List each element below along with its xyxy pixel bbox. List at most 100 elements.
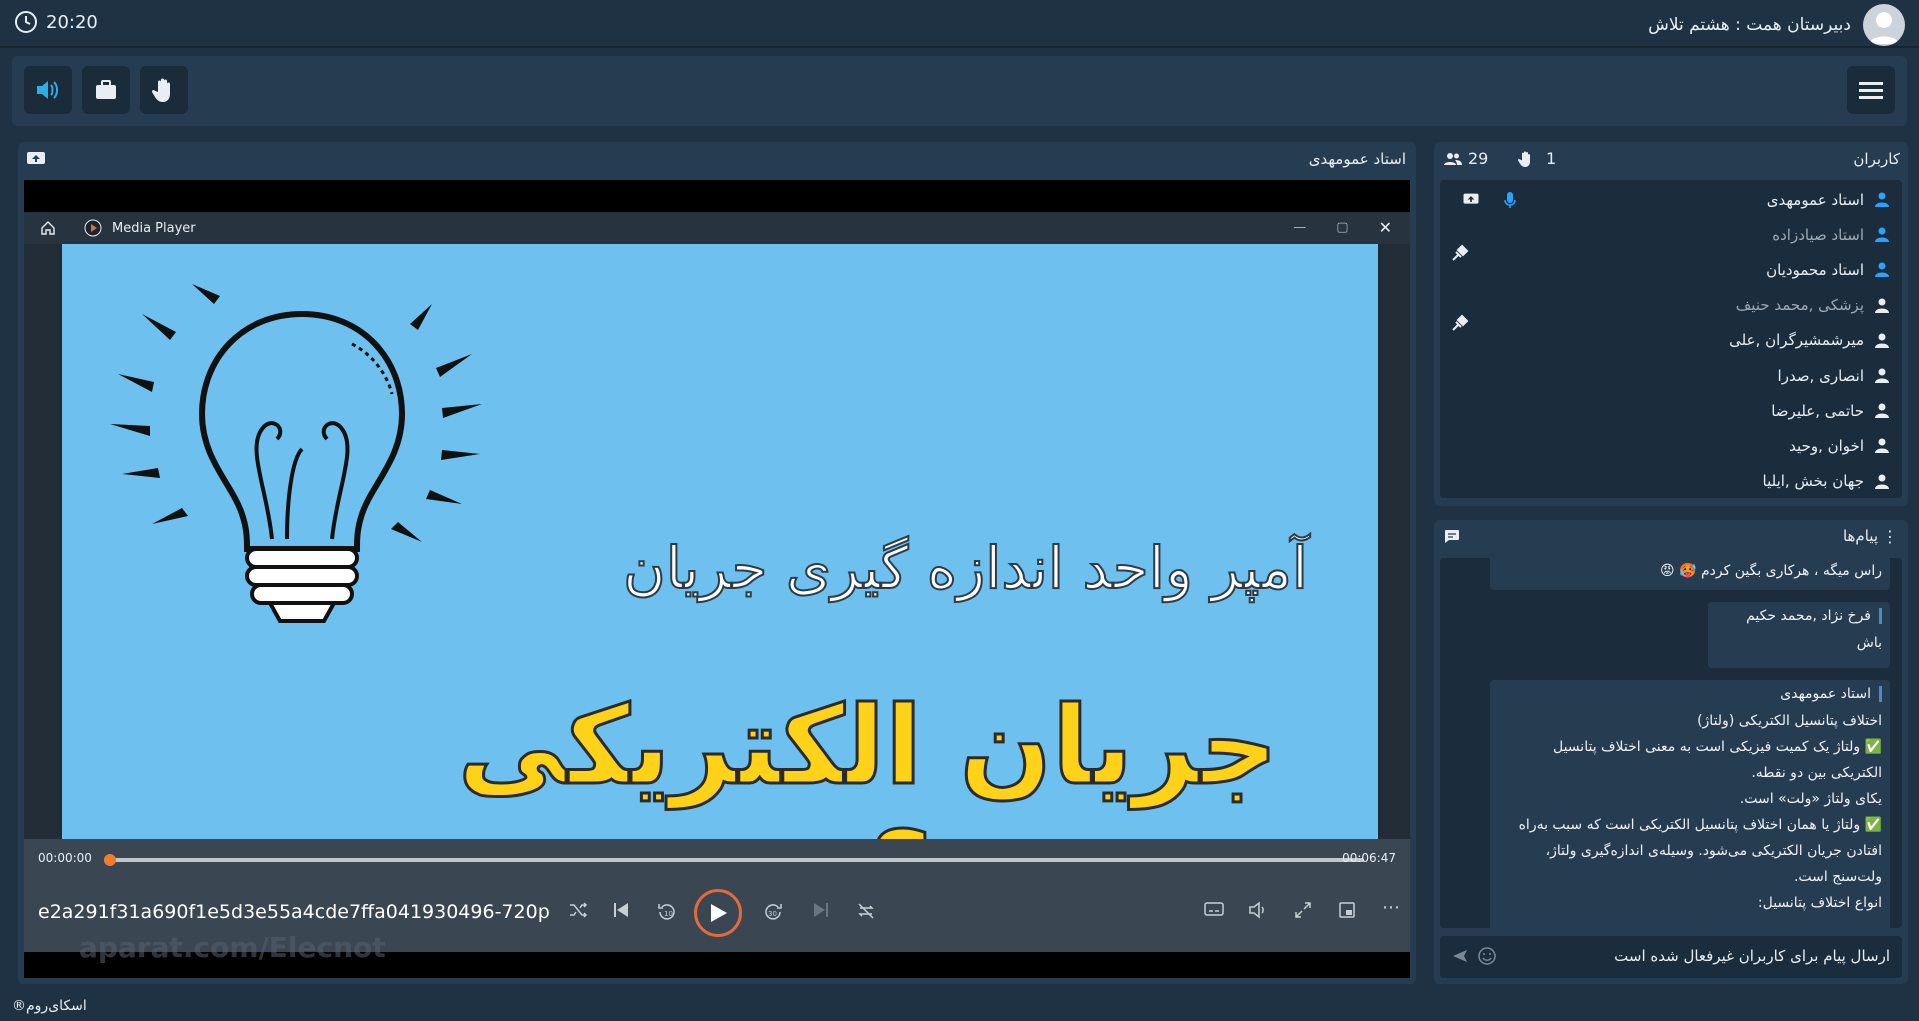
clock-icon: [15, 11, 37, 33]
user-icon: [1868, 227, 1896, 243]
player-controls: 00:00:00 00:06:47 aparat.com/Elecnot e2a…: [24, 839, 1410, 964]
more-options-icon[interactable]: ⋯: [1382, 897, 1400, 918]
raised-hands-count: 1: [1518, 149, 1556, 168]
media-player-titlebar: Media Player — ▢ ✕: [24, 212, 1410, 244]
user-row[interactable]: میرشمشیرگران ,علی: [1440, 323, 1902, 358]
seek-handle[interactable]: [104, 854, 116, 866]
play-button[interactable]: [694, 889, 742, 937]
footer-brand: اسکای‌روم®: [12, 998, 87, 1014]
video-frame: آمپر واحد اندازه گیری جریان جریان الکتری…: [62, 244, 1378, 839]
emoji-icon[interactable]: [1478, 947, 1496, 965]
total-time: 00:06:47: [1342, 851, 1396, 865]
play-icon: [711, 904, 727, 922]
message-text: اختلاف پتانسیل الکتریکی (ولتاژ): [1697, 713, 1882, 729]
message-text: انواع اختلاف پتانسیل:: [1757, 895, 1882, 911]
user-row[interactable]: انصاری ,صدرا: [1440, 358, 1902, 393]
users-title: کاربران: [1853, 150, 1900, 168]
user-icon: [1868, 403, 1896, 419]
minimize-icon[interactable]: —: [1293, 220, 1306, 235]
message-list: راس میگه ، هرکاری بگین کردم 🥵 😡 فرخ نژاد…: [1440, 558, 1902, 928]
user-row[interactable]: اخوان ,وحید: [1440, 428, 1902, 463]
chat-icon[interactable]: [1444, 529, 1460, 548]
kebab-menu-icon[interactable]: ⋮: [1882, 527, 1898, 546]
raise-hand-button[interactable]: [140, 66, 188, 114]
hand-icon: [1518, 150, 1530, 167]
svg-text:10: 10: [664, 910, 673, 918]
media-player-window: Media Player — ▢ ✕ آمپر واحد اندازه گیری…: [24, 212, 1410, 964]
message-text: یکای ولتاژ «ولت» است.: [1739, 791, 1882, 807]
user-row[interactable]: استاد عمومهدی: [1440, 182, 1902, 217]
user-name: استاد عمومهدی: [1766, 190, 1864, 209]
lightbulb-illustration: [110, 284, 482, 623]
app-name: Media Player: [112, 220, 196, 236]
previous-icon[interactable]: [612, 901, 630, 919]
hamburger-icon: [1859, 82, 1883, 99]
file-name: e2a291f31a690f1e5d3e55a4cde7ffa041930496…: [38, 901, 550, 923]
user-icon: [1868, 333, 1896, 348]
messages-panel: ⋮ پیام‌ها راس میگه ، هرکاری بگین کردم 🥵 …: [1434, 520, 1908, 984]
speaker-button[interactable]: [24, 66, 72, 114]
message-author: استاد عمومهدی: [1498, 686, 1882, 702]
repeat-off-icon[interactable]: [856, 901, 876, 921]
volume-icon[interactable]: [1248, 901, 1268, 919]
captions-icon[interactable]: [1204, 901, 1224, 917]
user-name: پزشکی ,محمد حنیف: [1735, 296, 1864, 315]
restore-icon[interactable]: ▢: [1336, 220, 1348, 235]
user-name: جهان بخش ,ایلیا: [1762, 472, 1864, 491]
share-screen-icon[interactable]: [26, 150, 46, 172]
shuffle-icon[interactable]: [568, 901, 588, 919]
message-item: استاد عمومهدی اختلاف پتانسیل الکتریکی (و…: [1490, 680, 1890, 928]
seek-bar[interactable]: [104, 854, 1364, 866]
user-row[interactable]: استاد محمودیان: [1440, 252, 1902, 287]
messages-title: پیام‌ها: [1842, 527, 1878, 545]
message-text: ✅ ولتاژ یک کمیت فیزیکی است به معنی اختلا…: [1552, 739, 1882, 755]
clock-time: 20:20: [46, 11, 98, 33]
user-row[interactable]: استاد صیادزاده: [1440, 217, 1902, 261]
app-name-wrap: Media Player: [84, 219, 196, 237]
presenter-label: استاد عمومهدی: [1308, 150, 1406, 168]
toolbar: [12, 56, 1907, 126]
user-row[interactable]: پزشکی ,محمد حنیف: [1440, 288, 1902, 331]
user-name: انصاری ,صدرا: [1777, 366, 1864, 385]
hand-icon: [152, 78, 170, 102]
media-player-logo-icon: [84, 219, 102, 237]
user-name: استاد صیادزاده: [1772, 225, 1864, 244]
users-header: کاربران 1 29: [1434, 142, 1908, 176]
close-icon[interactable]: ✕: [1379, 218, 1392, 237]
user-name: میرشمشیرگران ,علی: [1729, 331, 1864, 350]
slide-title: جریان الکتریکی چیست؟: [456, 683, 1279, 840]
slide-subtitle: آمپر واحد اندازه گیری جریان: [622, 533, 1308, 603]
message-input[interactable]: ارسال پیام برای کاربران غیرفعال شده است: [1440, 936, 1902, 978]
send-icon[interactable]: [1452, 948, 1468, 964]
briefcase-icon: [96, 80, 116, 99]
user-icon: [1868, 438, 1896, 454]
fullscreen-icon[interactable]: [1294, 901, 1312, 919]
rewind-10-icon[interactable]: 10: [656, 901, 678, 923]
top-bar: 20:20 دبیرستان همت : هشتم تلاش: [0, 0, 1919, 48]
next-icon[interactable]: [812, 901, 830, 919]
briefcase-button[interactable]: [82, 66, 130, 114]
message-author: فرخ نژاد ,محمد حکیم: [1716, 608, 1882, 624]
message-text: الکتریکی بین دو نقطه.: [1751, 765, 1882, 781]
users-panel: کاربران 1 29 استاد عمومهدی استاد صیادزاده…: [1434, 142, 1908, 506]
clock: 20:20: [14, 10, 98, 34]
mic-icon: [1496, 191, 1524, 209]
home-icon[interactable]: [40, 220, 56, 240]
user-icon: [1868, 474, 1896, 489]
users-icon: [1444, 152, 1462, 165]
message-item: راس میگه ، هرکاری بگین کردم 🥵 😡: [1490, 558, 1890, 590]
menu-button[interactable]: [1847, 66, 1895, 114]
forward-30-icon[interactable]: 30: [762, 901, 784, 923]
speaker-icon: [37, 81, 58, 99]
messages-header: ⋮ پیام‌ها: [1434, 520, 1908, 554]
user-name: حاتمی ,علیرضا: [1771, 401, 1864, 420]
user-row[interactable]: جهان بخش ,ایلیا: [1440, 464, 1902, 499]
mini-player-icon[interactable]: [1338, 901, 1356, 919]
user-list: استاد عمومهدی استاد صیادزاده استاد محمودیا…: [1440, 180, 1902, 498]
user-icon: [1868, 298, 1896, 313]
users-count: 29: [1444, 149, 1488, 168]
user-name: استاد محمودیان: [1766, 260, 1864, 279]
user-row[interactable]: حاتمی ,علیرضا: [1440, 393, 1902, 428]
avatar[interactable]: [1863, 4, 1905, 46]
user-name: اخوان ,وحید: [1789, 436, 1864, 455]
